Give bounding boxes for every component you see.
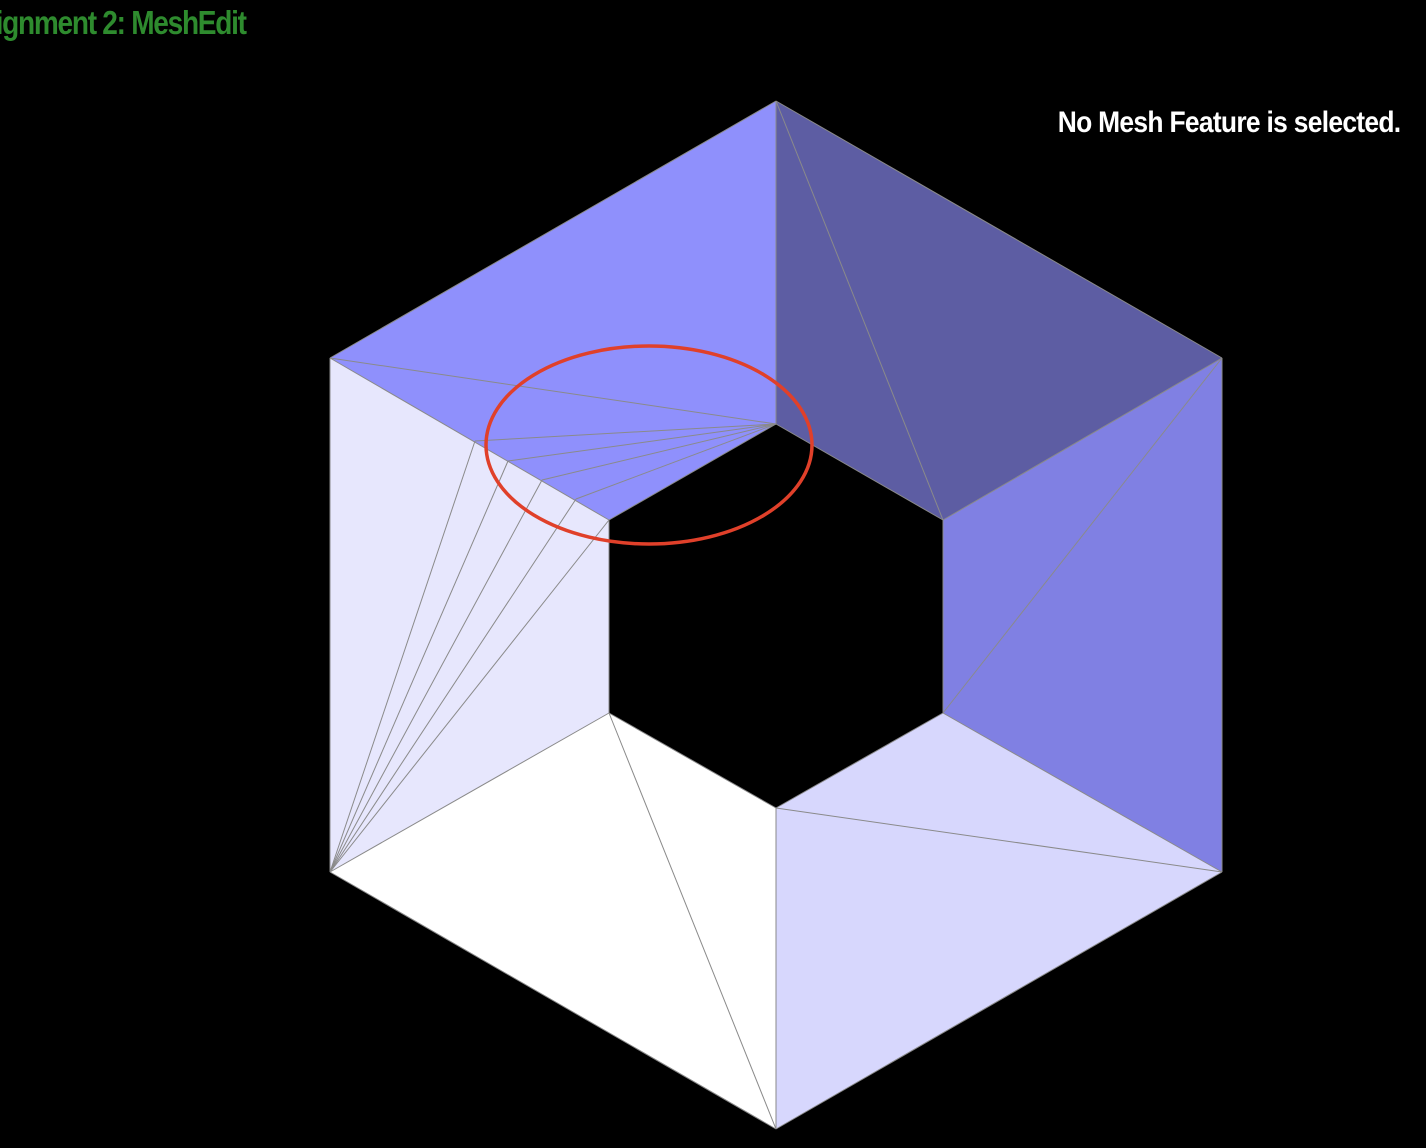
app-title: Assignment 2: MeshEdit: [0, 4, 247, 41]
mesh-canvas[interactable]: [0, 0, 1426, 1148]
mesh-viewport[interactable]: Assignment 2: MeshEdit No Mesh Feature i…: [0, 0, 1426, 1148]
selection-status: No Mesh Feature is selected.: [1057, 106, 1400, 139]
